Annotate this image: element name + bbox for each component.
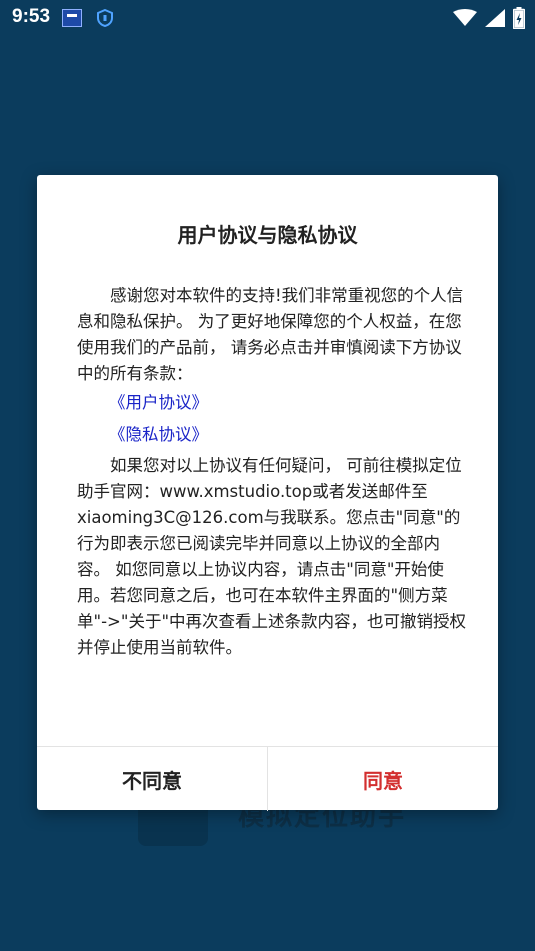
dialog-intro-text: 感谢您对本软件的支持!我们非常重视您的个人信息和隐私保护。 为了更好地保障您的个… (77, 286, 464, 383)
agree-button[interactable]: 同意 (268, 747, 498, 811)
shield-icon (97, 9, 113, 27)
status-bar: 9:53 (0, 0, 535, 36)
status-right-icons (453, 6, 525, 30)
status-time: 9:53 (12, 6, 51, 27)
agreement-dialog: 用户协议与隐私协议 感谢您对本软件的支持!我们非常重视您的个人信息和隐私保护。 … (37, 175, 498, 811)
dialog-footer: 不同意 同意 (37, 746, 498, 811)
wifi-icon (453, 9, 477, 26)
dialog-body-text: 如果您对以上协议有任何疑问， 可前往模拟定位助手官网：www.xmstudio.… (77, 456, 467, 657)
disagree-button[interactable]: 不同意 (37, 747, 268, 811)
dialog-content: 感谢您对本软件的支持!我们非常重视您的个人信息和隐私保护。 为了更好地保障您的个… (77, 283, 467, 661)
user-agreement-link[interactable]: 《用户协议》 (77, 389, 467, 417)
signal-icon (485, 9, 505, 27)
dialog-title: 用户协议与隐私协议 (177, 223, 358, 247)
notification-app-icon (62, 9, 82, 27)
battery-charging-icon (513, 7, 525, 29)
privacy-agreement-link[interactable]: 《隐私协议》 (77, 421, 467, 449)
